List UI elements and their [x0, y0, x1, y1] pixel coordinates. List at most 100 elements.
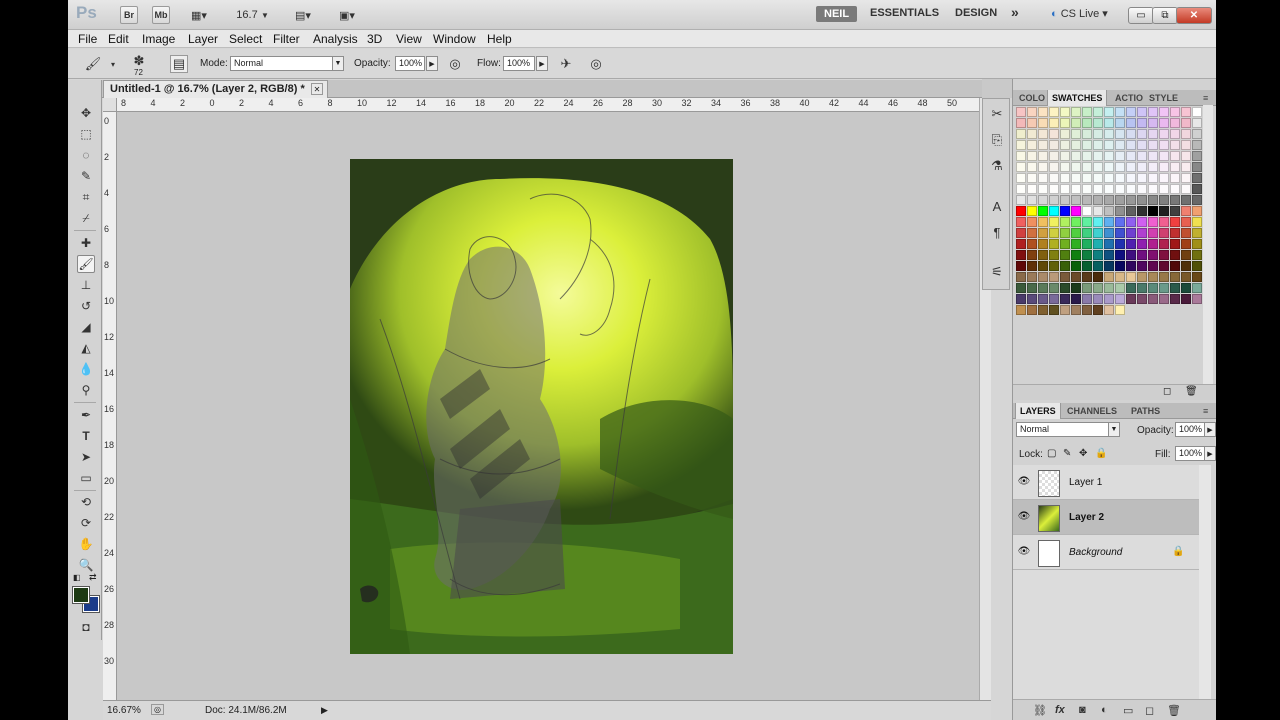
color-swatch[interactable]: [1192, 173, 1202, 183]
color-swatch[interactable]: [1137, 283, 1147, 293]
color-swatch[interactable]: [1115, 305, 1125, 315]
color-swatch[interactable]: [1049, 272, 1059, 282]
color-swatch[interactable]: [1148, 118, 1158, 128]
3d-rotate-tool[interactable]: ⟲: [77, 493, 95, 511]
color-swatch[interactable]: [1159, 184, 1169, 194]
blend-mode-arrow[interactable]: ▼: [1108, 422, 1120, 437]
lock-transparency-icon[interactable]: ▢: [1047, 448, 1056, 459]
color-swatch[interactable]: [1159, 195, 1169, 205]
opacity-slider-arrow[interactable]: ▶: [426, 56, 438, 71]
color-swatch[interactable]: [1082, 118, 1092, 128]
move-tool[interactable]: ✥: [77, 104, 95, 122]
fill-arrow[interactable]: ▶: [1204, 446, 1216, 461]
color-swatch[interactable]: [1016, 294, 1026, 304]
type-tool[interactable]: T: [77, 427, 95, 445]
color-swatch[interactable]: [1148, 217, 1158, 227]
color-swatch[interactable]: [1170, 151, 1180, 161]
color-swatch[interactable]: [1038, 283, 1048, 293]
color-swatch[interactable]: [1104, 261, 1114, 271]
status-options-icon[interactable]: ◎: [151, 704, 164, 715]
color-swatch[interactable]: [1049, 129, 1059, 139]
color-swatch[interactable]: [1049, 305, 1059, 315]
lock-pixels-icon[interactable]: ✎: [1063, 448, 1071, 459]
color-swatch[interactable]: [1093, 140, 1103, 150]
color-swatch[interactable]: [1049, 140, 1059, 150]
menu-analysis[interactable]: Analysis: [313, 32, 358, 46]
color-swatch[interactable]: [1181, 162, 1191, 172]
color-swatch[interactable]: [1082, 195, 1092, 205]
screen-mode-button[interactable]: ▣▾: [330, 6, 364, 24]
color-swatch[interactable]: [1071, 305, 1081, 315]
color-swatch[interactable]: [1093, 206, 1103, 216]
color-swatch[interactable]: [1060, 129, 1070, 139]
color-swatch[interactable]: [1082, 217, 1092, 227]
color-swatch[interactable]: [1181, 140, 1191, 150]
color-swatch[interactable]: [1104, 206, 1114, 216]
color-swatch[interactable]: [1159, 250, 1169, 260]
color-swatch[interactable]: [1071, 217, 1081, 227]
color-swatch[interactable]: [1071, 261, 1081, 271]
color-swatch[interactable]: [1148, 162, 1158, 172]
color-swatch[interactable]: [1192, 217, 1202, 227]
color-swatch[interactable]: [1027, 250, 1037, 260]
color-swatch[interactable]: [1104, 228, 1114, 238]
color-swatch[interactable]: [1060, 250, 1070, 260]
color-swatch[interactable]: [1082, 140, 1092, 150]
color-swatch[interactable]: [1192, 239, 1202, 249]
color-swatch[interactable]: [1159, 228, 1169, 238]
color-swatch[interactable]: [1071, 272, 1081, 282]
color-swatch[interactable]: [1082, 283, 1092, 293]
menu-layer[interactable]: Layer: [188, 32, 218, 46]
color-swatch[interactable]: [1148, 151, 1158, 161]
color-swatch[interactable]: [1082, 162, 1092, 172]
color-swatch[interactable]: [1049, 173, 1059, 183]
color-swatch[interactable]: [1016, 272, 1026, 282]
color-swatch[interactable]: [1115, 129, 1125, 139]
color-swatch[interactable]: [1071, 228, 1081, 238]
color-swatch[interactable]: [1038, 173, 1048, 183]
healing-brush-tool[interactable]: ✚: [77, 234, 95, 252]
color-swatch[interactable]: [1093, 228, 1103, 238]
color-swatch[interactable]: [1115, 283, 1125, 293]
color-swatch[interactable]: [1192, 272, 1202, 282]
color-swatch[interactable]: [1170, 239, 1180, 249]
color-swatch[interactable]: [1049, 184, 1059, 194]
color-swatch[interactable]: [1137, 261, 1147, 271]
minimize-button[interactable]: ▭: [1128, 7, 1154, 24]
color-swatch[interactable]: [1071, 151, 1081, 161]
color-swatch[interactable]: [1170, 283, 1180, 293]
color-swatch[interactable]: [1038, 184, 1048, 194]
panel-menu-icon[interactable]: ≡: [1199, 403, 1212, 419]
color-swatch[interactable]: [1038, 107, 1048, 117]
color-swatch[interactable]: [1027, 195, 1037, 205]
color-swatch[interactable]: [1016, 129, 1026, 139]
brush-tool[interactable]: 🖌: [77, 255, 95, 273]
menu-view[interactable]: View: [396, 32, 422, 46]
horizontal-ruler[interactable]: 8 4 2 0 2 4 6 8 10 12 14 16 18 20 22 24 26 28 30 32 34 36 38 40…: [117, 98, 979, 112]
color-swatch[interactable]: [1115, 173, 1125, 183]
color-swatch[interactable]: [1082, 261, 1092, 271]
color-swatch[interactable]: [1115, 261, 1125, 271]
tab-layers[interactable]: LAYERS: [1015, 403, 1061, 419]
crop-tool[interactable]: ⌗: [77, 188, 95, 206]
color-swatch[interactable]: [1093, 283, 1103, 293]
color-swatch[interactable]: [1104, 195, 1114, 205]
color-swatch[interactable]: [1137, 217, 1147, 227]
color-swatch[interactable]: [1049, 217, 1059, 227]
color-swatch[interactable]: [1071, 140, 1081, 150]
color-swatch[interactable]: [1060, 228, 1070, 238]
color-swatch[interactable]: [1093, 173, 1103, 183]
color-swatch[interactable]: [1148, 283, 1158, 293]
airbrush-toggle[interactable]: ✈: [557, 55, 575, 73]
color-swatch[interactable]: [1159, 239, 1169, 249]
color-swatch[interactable]: [1027, 294, 1037, 304]
color-swatch[interactable]: [1115, 195, 1125, 205]
color-swatch[interactable]: [1137, 129, 1147, 139]
close-document-icon[interactable]: ✕: [311, 83, 323, 95]
color-swatch[interactable]: [1104, 250, 1114, 260]
color-swatch[interactable]: [1137, 173, 1147, 183]
color-swatch[interactable]: [1170, 272, 1180, 282]
layer-row-background[interactable]: 👁 Background 🔒: [1013, 535, 1199, 570]
color-swatch[interactable]: [1170, 129, 1180, 139]
color-swatch[interactable]: [1093, 239, 1103, 249]
